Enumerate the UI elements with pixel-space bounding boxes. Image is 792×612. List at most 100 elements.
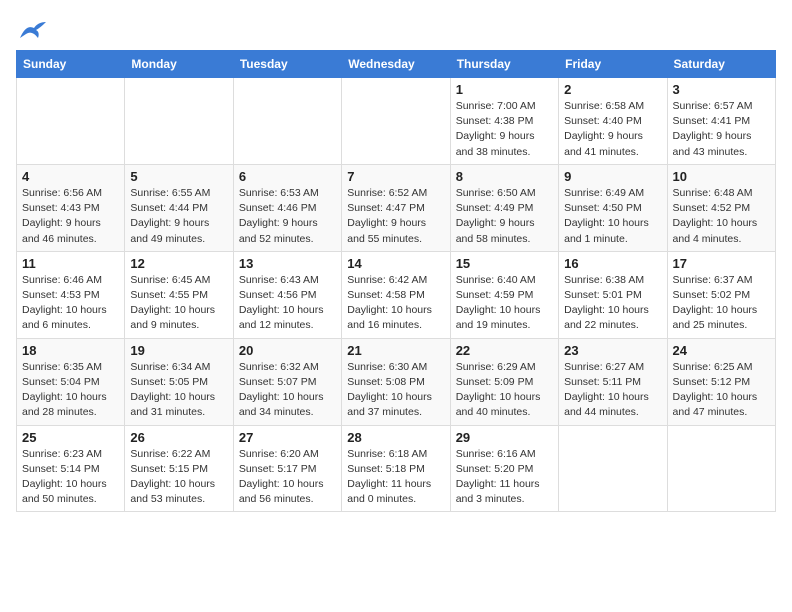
day-info: Sunrise: 6:37 AM Sunset: 5:02 PM Dayligh… xyxy=(673,273,770,334)
day-number: 18 xyxy=(22,343,119,358)
day-info: Sunrise: 6:52 AM Sunset: 4:47 PM Dayligh… xyxy=(347,186,444,247)
calendar-cell xyxy=(233,78,341,165)
calendar-cell: 1Sunrise: 7:00 AM Sunset: 4:38 PM Daylig… xyxy=(450,78,558,165)
calendar-header-tuesday: Tuesday xyxy=(233,51,341,78)
calendar-cell: 17 Sunrise: 6:37 AM Sunset: 5:02 PM Dayli… xyxy=(667,251,775,338)
day-info: Sunrise: 6:45 AM Sunset: 4:55 PM Dayligh… xyxy=(130,273,227,334)
calendar-header-monday: Monday xyxy=(125,51,233,78)
calendar-cell: 26Sunrise: 6:22 AM Sunset: 5:15 PM Dayli… xyxy=(125,425,233,512)
day-info: Sunrise: 6:22 AM Sunset: 5:15 PM Dayligh… xyxy=(130,447,227,508)
calendar-cell: 6Sunrise: 6:53 AM Sunset: 4:46 PM Daylig… xyxy=(233,164,341,251)
day-number: 22 xyxy=(456,343,553,358)
day-info: Sunrise: 6:42 AM Sunset: 4:58 PM Dayligh… xyxy=(347,273,444,334)
day-info: Sunrise: 6:38 AM Sunset: 5:01 PM Dayligh… xyxy=(564,273,661,334)
day-number: 20 xyxy=(239,343,336,358)
day-info: Sunrise: 6:55 AM Sunset: 4:44 PM Dayligh… xyxy=(130,186,227,247)
calendar-week-row: 25 Sunrise: 6:23 AM Sunset: 5:14 PM Dayli… xyxy=(17,425,776,512)
calendar-header-saturday: Saturday xyxy=(667,51,775,78)
calendar-header-wednesday: Wednesday xyxy=(342,51,450,78)
calendar-cell: 8Sunrise: 6:50 AM Sunset: 4:49 PM Daylig… xyxy=(450,164,558,251)
calendar-week-row: 11 Sunrise: 6:46 AM Sunset: 4:53 PM Dayli… xyxy=(17,251,776,338)
calendar-cell: 20 Sunrise: 6:32 AM Sunset: 5:07 PM Dayli… xyxy=(233,338,341,425)
calendar-cell: 18 Sunrise: 6:35 AM Sunset: 5:04 PM Dayli… xyxy=(17,338,125,425)
day-number: 10 xyxy=(673,169,770,184)
day-info: Sunrise: 6:46 AM Sunset: 4:53 PM Dayligh… xyxy=(22,273,119,334)
calendar-cell: 13 Sunrise: 6:43 AM Sunset: 4:56 PM Dayli… xyxy=(233,251,341,338)
day-info: Sunrise: 6:20 AM Sunset: 5:17 PM Dayligh… xyxy=(239,447,336,508)
day-number: 21 xyxy=(347,343,444,358)
calendar-cell xyxy=(559,425,667,512)
calendar-cell: 24 Sunrise: 6:25 AM Sunset: 5:12 PM Dayli… xyxy=(667,338,775,425)
day-number: 12 xyxy=(130,256,227,271)
day-info: Sunrise: 6:25 AM Sunset: 5:12 PM Dayligh… xyxy=(673,360,770,421)
day-info: Sunrise: 6:30 AM Sunset: 5:08 PM Dayligh… xyxy=(347,360,444,421)
day-info: Sunrise: 6:29 AM Sunset: 5:09 PM Dayligh… xyxy=(456,360,553,421)
day-info: Sunrise: 6:43 AM Sunset: 4:56 PM Dayligh… xyxy=(239,273,336,334)
calendar-cell xyxy=(125,78,233,165)
day-info: Sunrise: 6:58 AM Sunset: 4:40 PM Dayligh… xyxy=(564,99,661,160)
calendar-cell: 3Sunrise: 6:57 AM Sunset: 4:41 PM Daylig… xyxy=(667,78,775,165)
day-number: 24 xyxy=(673,343,770,358)
logo xyxy=(16,20,46,42)
calendar-cell: 9 Sunrise: 6:49 AM Sunset: 4:50 PM Daylig… xyxy=(559,164,667,251)
calendar-cell: 5 Sunrise: 6:55 AM Sunset: 4:44 PM Daylig… xyxy=(125,164,233,251)
day-number: 4 xyxy=(22,169,119,184)
calendar-cell: 10 Sunrise: 6:48 AM Sunset: 4:52 PM Dayli… xyxy=(667,164,775,251)
day-info: Sunrise: 6:32 AM Sunset: 5:07 PM Dayligh… xyxy=(239,360,336,421)
calendar-cell: 12 Sunrise: 6:45 AM Sunset: 4:55 PM Dayli… xyxy=(125,251,233,338)
calendar-cell: 25 Sunrise: 6:23 AM Sunset: 5:14 PM Dayli… xyxy=(17,425,125,512)
day-number: 28 xyxy=(347,430,444,445)
calendar-cell: 11 Sunrise: 6:46 AM Sunset: 4:53 PM Dayli… xyxy=(17,251,125,338)
calendar-table: SundayMondayTuesdayWednesdayThursdayFrid… xyxy=(16,50,776,512)
day-number: 27 xyxy=(239,430,336,445)
day-info: Sunrise: 6:56 AM Sunset: 4:43 PM Dayligh… xyxy=(22,186,119,247)
logo-bird-icon xyxy=(18,20,46,42)
day-info: Sunrise: 6:40 AM Sunset: 4:59 PM Dayligh… xyxy=(456,273,553,334)
day-info: Sunrise: 6:49 AM Sunset: 4:50 PM Dayligh… xyxy=(564,186,661,247)
calendar-week-row: 1Sunrise: 7:00 AM Sunset: 4:38 PM Daylig… xyxy=(17,78,776,165)
day-info: Sunrise: 6:48 AM Sunset: 4:52 PM Dayligh… xyxy=(673,186,770,247)
calendar-header-friday: Friday xyxy=(559,51,667,78)
calendar-cell: 27 Sunrise: 6:20 AM Sunset: 5:17 PM Dayli… xyxy=(233,425,341,512)
day-number: 2 xyxy=(564,82,661,97)
calendar-cell: 2 Sunrise: 6:58 AM Sunset: 4:40 PM Daylig… xyxy=(559,78,667,165)
day-number: 16 xyxy=(564,256,661,271)
day-number: 14 xyxy=(347,256,444,271)
day-number: 19 xyxy=(130,343,227,358)
calendar-header-row: SundayMondayTuesdayWednesdayThursdayFrid… xyxy=(17,51,776,78)
header xyxy=(16,16,776,42)
calendar-week-row: 4 Sunrise: 6:56 AM Sunset: 4:43 PM Daylig… xyxy=(17,164,776,251)
day-number: 17 xyxy=(673,256,770,271)
day-info: Sunrise: 6:34 AM Sunset: 5:05 PM Dayligh… xyxy=(130,360,227,421)
calendar-cell: 28 Sunrise: 6:18 AM Sunset: 5:18 PM Dayli… xyxy=(342,425,450,512)
calendar-cell xyxy=(17,78,125,165)
calendar-cell: 4 Sunrise: 6:56 AM Sunset: 4:43 PM Daylig… xyxy=(17,164,125,251)
day-info: Sunrise: 6:35 AM Sunset: 5:04 PM Dayligh… xyxy=(22,360,119,421)
calendar-header-thursday: Thursday xyxy=(450,51,558,78)
day-number: 5 xyxy=(130,169,227,184)
calendar-cell xyxy=(342,78,450,165)
day-number: 7 xyxy=(347,169,444,184)
day-number: 9 xyxy=(564,169,661,184)
calendar-cell: 29 Sunrise: 6:16 AM Sunset: 5:20 PM Dayli… xyxy=(450,425,558,512)
day-info: Sunrise: 6:23 AM Sunset: 5:14 PM Dayligh… xyxy=(22,447,119,508)
day-info: Sunrise: 6:53 AM Sunset: 4:46 PM Dayligh… xyxy=(239,186,336,247)
day-info: Sunrise: 6:27 AM Sunset: 5:11 PM Dayligh… xyxy=(564,360,661,421)
day-number: 11 xyxy=(22,256,119,271)
calendar-cell: 7 Sunrise: 6:52 AM Sunset: 4:47 PM Daylig… xyxy=(342,164,450,251)
calendar-cell: 21 Sunrise: 6:30 AM Sunset: 5:08 PM Dayli… xyxy=(342,338,450,425)
calendar-cell: 23Sunrise: 6:27 AM Sunset: 5:11 PM Dayli… xyxy=(559,338,667,425)
calendar-cell xyxy=(667,425,775,512)
day-number: 25 xyxy=(22,430,119,445)
calendar-week-row: 18 Sunrise: 6:35 AM Sunset: 5:04 PM Dayli… xyxy=(17,338,776,425)
day-info: Sunrise: 6:18 AM Sunset: 5:18 PM Dayligh… xyxy=(347,447,444,508)
calendar-header-sunday: Sunday xyxy=(17,51,125,78)
day-number: 29 xyxy=(456,430,553,445)
day-info: Sunrise: 6:16 AM Sunset: 5:20 PM Dayligh… xyxy=(456,447,553,508)
calendar-cell: 15Sunrise: 6:40 AM Sunset: 4:59 PM Dayli… xyxy=(450,251,558,338)
day-info: Sunrise: 6:57 AM Sunset: 4:41 PM Dayligh… xyxy=(673,99,770,160)
day-number: 13 xyxy=(239,256,336,271)
day-number: 8 xyxy=(456,169,553,184)
calendar-cell: 14 Sunrise: 6:42 AM Sunset: 4:58 PM Dayli… xyxy=(342,251,450,338)
calendar-cell: 22 Sunrise: 6:29 AM Sunset: 5:09 PM Dayli… xyxy=(450,338,558,425)
